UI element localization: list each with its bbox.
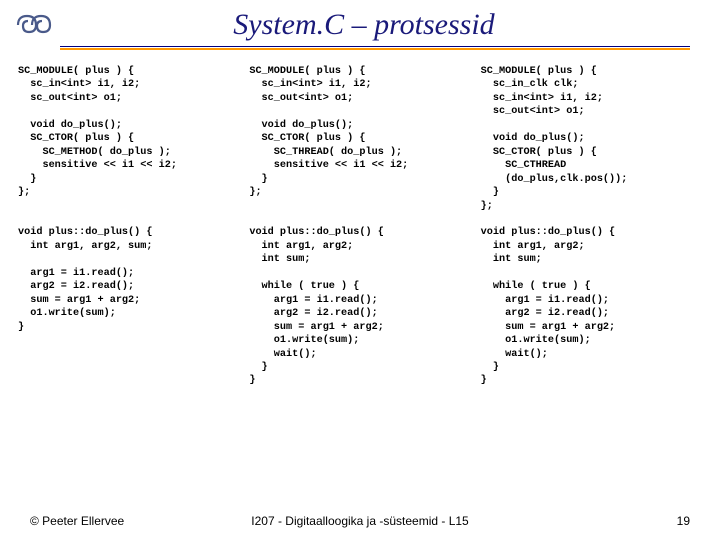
spiral-logo-icon — [12, 10, 56, 40]
slide-header: System.C – protsessid — [0, 0, 720, 46]
footer-copyright: © Peeter Ellervee — [30, 514, 124, 528]
header-divider — [0, 46, 720, 50]
code-columns: SC_MODULE( plus ) { sc_in<int> i1, i2; s… — [0, 51, 720, 388]
slide-title: System.C – protsessid — [68, 8, 704, 42]
code-col-cthread: SC_MODULE( plus ) { sc_in_clk clk; sc_in… — [481, 65, 702, 388]
code-col-thread: SC_MODULE( plus ) { sc_in<int> i1, i2; s… — [249, 65, 470, 388]
slide-footer: I207 - Digitaalloogika ja -süsteemid - L… — [0, 514, 720, 528]
code-col-method: SC_MODULE( plus ) { sc_in<int> i1, i2; s… — [18, 65, 239, 388]
page-number: 19 — [677, 514, 690, 528]
